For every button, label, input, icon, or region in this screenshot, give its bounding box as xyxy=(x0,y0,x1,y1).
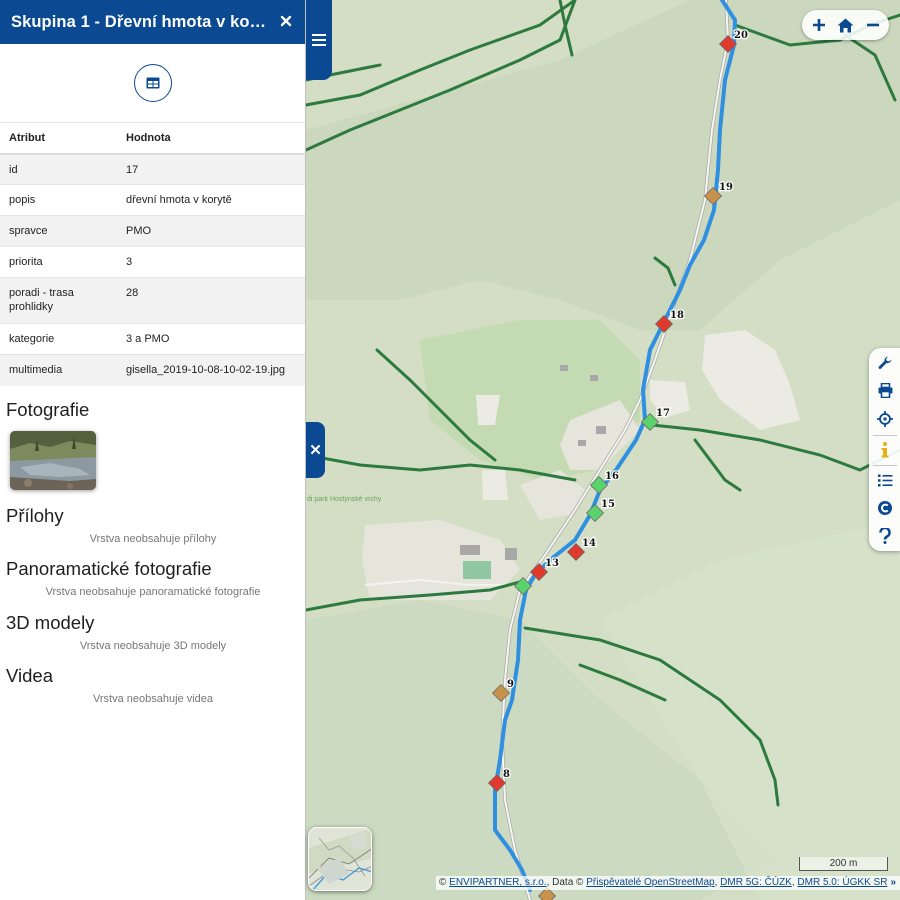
map-toolbar xyxy=(869,348,900,551)
map-marker-label: 9 xyxy=(507,679,514,690)
home-icon xyxy=(837,18,854,32)
list-icon xyxy=(877,474,892,486)
scale-bar: 200 m xyxy=(799,857,888,871)
attribution-bar: © ENVIPARTNER, s.r.o., Data © Přispěvate… xyxy=(436,876,900,890)
feature-info-panel: Skupina 1 - Dřevní hmota v kory… Atribut xyxy=(0,0,306,900)
map-marker[interactable]: 19 xyxy=(703,181,734,206)
collapse-panel-button[interactable]: ✕ xyxy=(306,422,325,478)
attribution-data-text: , Data © xyxy=(546,877,587,888)
map-marker[interactable]: 8 xyxy=(487,768,511,793)
attribute-table: Atribut Hodnota id 17 popis dřevní hmota v… xyxy=(0,122,305,386)
table-icon xyxy=(146,77,159,89)
zoom-out-button[interactable] xyxy=(861,13,885,37)
map-marker[interactable]: 16 xyxy=(589,470,620,495)
print-button[interactable] xyxy=(872,378,898,402)
locate-button[interactable] xyxy=(872,407,898,431)
zoom-controls xyxy=(802,10,889,40)
crosshair-icon xyxy=(877,411,893,427)
copyright-icon xyxy=(878,501,892,515)
help-button[interactable] xyxy=(872,524,898,548)
printer-icon xyxy=(878,382,892,398)
attribute-name: kategorie xyxy=(0,323,117,355)
map-marker-label: 15 xyxy=(601,499,615,510)
attribute-name: id xyxy=(0,153,117,185)
plus-icon xyxy=(812,19,825,31)
photo-thumbnail[interactable] xyxy=(10,431,96,490)
panoramas-empty-text: Vrstva neobsahuje panoramatické fotograf… xyxy=(45,586,261,598)
models-empty-text: Vrstva neobsahuje 3D modely xyxy=(79,640,227,652)
table-row: popis dřevní hmota v korytě xyxy=(0,184,305,216)
panel-title: Skupina 1 - Dřevní hmota v kory… xyxy=(11,12,269,31)
table-view-button-wrap xyxy=(0,44,305,122)
map-marker-label: 18 xyxy=(670,310,684,321)
table-row: spravce PMO xyxy=(0,215,305,247)
attribute-name: multimedia xyxy=(0,354,117,386)
attribution-prefix: © xyxy=(439,877,450,888)
table-view-button[interactable] xyxy=(133,64,172,102)
legend-button[interactable] xyxy=(872,468,898,492)
minus-icon xyxy=(866,23,879,27)
attribute-name: priorita xyxy=(0,246,117,278)
attribution-link-osm[interactable]: Přispěvatelé OpenStreetMap xyxy=(586,877,714,888)
map-marker[interactable]: 18 xyxy=(654,309,685,334)
park-label: di park Hostýnské vrchy xyxy=(307,496,382,503)
attribute-name: popis xyxy=(0,184,117,216)
map-marker-label: 17 xyxy=(656,408,670,419)
attribute-value: dřevní hmota v korytě xyxy=(117,184,305,216)
map-marker-label: 13 xyxy=(545,558,559,569)
collapse-panel-label: ✕ xyxy=(309,442,322,459)
map-marker-label: 16 xyxy=(605,471,619,482)
videos-heading: Videa xyxy=(6,665,53,686)
map-marker[interactable]: 13 xyxy=(529,557,560,582)
tools-button[interactable] xyxy=(872,351,898,375)
map-marker[interactable]: 20 xyxy=(718,29,749,54)
models-heading: 3D modely xyxy=(6,612,95,633)
map-marker[interactable]: 14 xyxy=(566,537,597,562)
attribution-toggle[interactable]: » xyxy=(890,877,896,888)
menu-button[interactable] xyxy=(306,0,332,80)
home-button[interactable] xyxy=(834,13,858,37)
attachments-heading: Přílohy xyxy=(6,505,64,526)
help-icon xyxy=(879,528,891,544)
attribution-link-dmr50[interactable]: DMR 5.0: ÚGKK SR xyxy=(797,877,887,888)
table-row: kategorie 3 a PMO xyxy=(0,323,305,355)
column-header-value: Hodnota xyxy=(117,122,305,155)
map-marker[interactable]: 15 xyxy=(585,498,616,523)
attribute-value: gisella_2019-10-08-10-02-19.jpg xyxy=(117,354,305,386)
info-icon xyxy=(881,442,889,458)
map-marker[interactable]: 17 xyxy=(640,407,671,432)
info-button[interactable] xyxy=(872,438,898,462)
attachments-empty-text: Vrstva neobsahuje přílohy xyxy=(89,533,217,545)
wrench-icon xyxy=(878,356,891,369)
table-row: multimedia gisella_2019-10-08-10-02-19.jp… xyxy=(0,354,305,386)
attribute-value: 28 xyxy=(117,277,305,324)
attribution-link-envipartner[interactable]: ENVIPARTNER, s.r.o. xyxy=(449,877,546,888)
map-marker-label: 8 xyxy=(503,769,510,780)
map-marker[interactable]: 9 xyxy=(491,678,515,703)
table-row: id 17 xyxy=(0,153,305,185)
overview-minimap[interactable] xyxy=(308,827,372,891)
attribute-value: 17 xyxy=(117,153,305,185)
table-row: poradi - trasa prohlidky 28 xyxy=(0,277,305,324)
photos-heading: Fotografie xyxy=(6,399,90,420)
zoom-in-button[interactable] xyxy=(807,13,831,37)
attribute-value: 3 xyxy=(117,246,305,278)
attribute-name: spravce xyxy=(0,215,117,247)
attribution-link-dmr5g[interactable]: DMR 5G: ČÚZK xyxy=(720,877,792,888)
map-marker-label: 14 xyxy=(582,538,596,549)
map-marker-label: 20 xyxy=(734,30,748,41)
map-marker-label: 19 xyxy=(719,182,733,193)
panel-header: Skupina 1 - Dřevní hmota v kory… xyxy=(0,0,305,44)
videos-empty-text: Vrstva neobsahuje videa xyxy=(92,693,214,705)
table-row: priorita 3 xyxy=(0,246,305,278)
close-icon[interactable] xyxy=(277,12,295,32)
hamburger-menu-icon xyxy=(312,34,326,46)
column-header-attribute: Atribut xyxy=(0,122,117,155)
attribute-name: poradi - trasa prohlidky xyxy=(0,277,117,324)
attribute-value: PMO xyxy=(117,215,305,247)
attribute-value: 3 a PMO xyxy=(117,323,305,355)
copyright-button[interactable] xyxy=(872,496,898,520)
map-marker[interactable] xyxy=(513,576,533,596)
panoramas-heading: Panoramatické fotografie xyxy=(6,558,212,579)
